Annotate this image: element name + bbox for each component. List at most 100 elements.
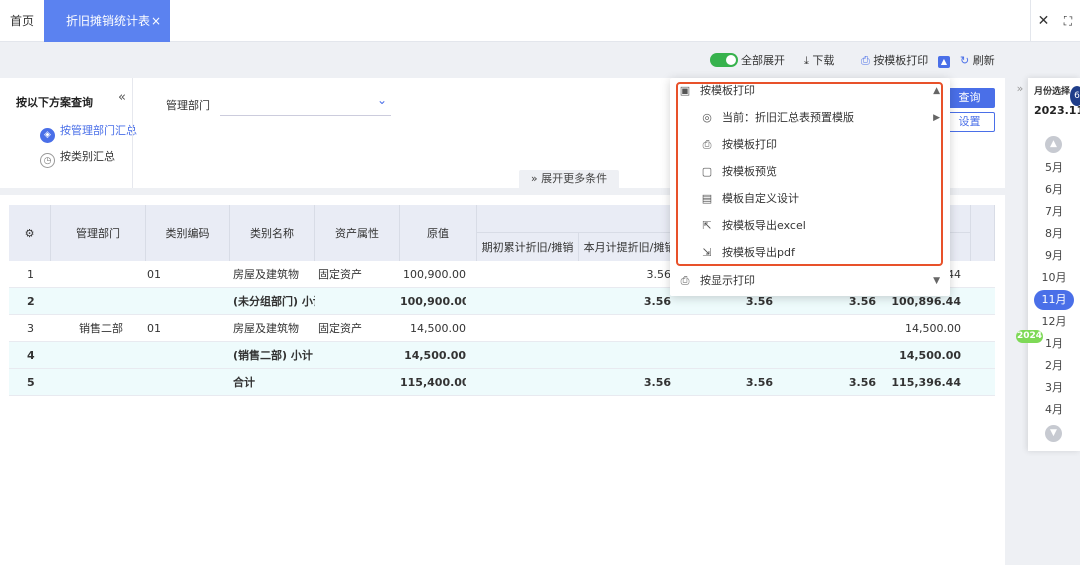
cell-attr: 固定资产	[318, 268, 362, 281]
expand-more-label: 展开更多条件	[541, 172, 608, 185]
template-print-button[interactable]: ⎙ 按模板打印	[861, 53, 928, 69]
cell-c1	[477, 315, 569, 342]
menu-header[interactable]: ▣ 按模板打印 ▲	[670, 78, 950, 104]
clock-icon: ◷	[40, 153, 55, 168]
cell-attr	[318, 342, 398, 369]
month-picker-title: 月份选择	[1034, 87, 1071, 97]
menu-item-display-print[interactable]: ⎙ 按显示打印 ▼	[670, 268, 950, 294]
menu-item-export-pdf[interactable]: ⇲ 按模板导出pdf	[670, 240, 950, 266]
menu-item-current-template[interactable]: ◎ 当前：折旧汇总表预置模版 ▶	[670, 105, 950, 131]
close-icon[interactable]: ✕	[1030, 0, 1056, 42]
month-item[interactable]: 11月	[1034, 290, 1074, 310]
cell-code	[147, 288, 227, 315]
scroll-down-icon[interactable]: ▼	[1045, 425, 1062, 442]
table-row[interactable]: 5 合计 115,400.00 3.56 3.56 3.56 115,396.44	[9, 369, 995, 396]
month-panel-toggle-icon[interactable]: »	[1012, 78, 1028, 100]
month-item[interactable]: 5月	[1028, 158, 1080, 178]
query-button[interactable]: 查询	[944, 88, 995, 108]
cell-c3	[681, 342, 773, 369]
expand-more-conditions[interactable]: » 展开更多条件	[519, 170, 619, 188]
preview-icon: ▢	[701, 165, 713, 178]
cell-c2: 3.56	[643, 295, 671, 308]
menu-item-label: 模板自定义设计	[722, 192, 799, 205]
cell-original: 100,900.00	[400, 295, 466, 308]
cell-name: (销售二部) 小计	[233, 349, 313, 362]
cell-no: 5	[27, 376, 35, 389]
month-item[interactable]: 9月	[1028, 246, 1080, 266]
collapse-icon[interactable]: «	[118, 90, 126, 105]
cell-no: 1	[27, 268, 34, 281]
month-picker-value: 2023.11	[1034, 104, 1080, 117]
cell-c4	[783, 315, 876, 342]
cell-c2	[579, 342, 671, 369]
fullscreen-icon[interactable]: ⛶	[1056, 0, 1080, 42]
refresh-icon: ↻	[960, 54, 970, 67]
refresh-button[interactable]: ↻ 刷新	[960, 53, 995, 69]
cell-no: 4	[27, 349, 35, 362]
chevron-up-icon[interactable]: ▲	[938, 56, 950, 68]
notification-badge[interactable]: 6	[1070, 86, 1080, 106]
dept-select[interactable]: ⌄	[220, 90, 391, 116]
column-settings-icon[interactable]: ⚙	[9, 205, 51, 261]
cell-name: 房屋及建筑物	[233, 322, 299, 335]
printer-icon: ⎙	[702, 138, 712, 151]
scheme-title: 按以下方案查询	[16, 96, 93, 109]
month-item[interactable]: 8月	[1028, 224, 1080, 244]
header-dept: 管理部门	[51, 205, 146, 261]
menu-item-custom-design[interactable]: ▤ 模板自定义设计	[670, 186, 950, 212]
cell-c1	[477, 342, 569, 369]
scheme-item-by-dept[interactable]: ◈ 按管理部门汇总	[40, 122, 137, 143]
caret-right-icon: ▶	[933, 113, 940, 123]
menu-item-preview[interactable]: ▢ 按模板预览	[670, 159, 950, 185]
table-row[interactable]: 3 销售二部 01 房屋及建筑物 固定资产 14,500.00 14,500.00	[9, 315, 995, 342]
header-spacer	[971, 205, 995, 261]
month-item[interactable]: 10月	[1028, 268, 1080, 288]
template-print-dropdown[interactable]: ▲	[938, 53, 950, 69]
menu-item-label: 当前：折旧汇总表预置模版	[722, 111, 854, 124]
toolbar: 全部展开 ⤓ 下载 ⎙ 按模板打印 ▲ ↻ 刷新	[0, 42, 1005, 78]
cell-dept: 销售二部	[79, 322, 123, 335]
month-item[interactable]: 3月	[1028, 378, 1080, 398]
month-item[interactable]: 12月	[1028, 312, 1080, 332]
expand-all-toggle[interactable]: 全部展开	[710, 53, 785, 69]
tab-depreciation-report[interactable]: 折旧摊销统计表 ×	[44, 0, 170, 42]
toggle-switch-icon[interactable]	[710, 53, 738, 67]
caret-up-icon: ▲	[933, 86, 940, 96]
cell-name: 合计	[233, 376, 255, 389]
printer-icon: ⎙	[861, 54, 870, 67]
scheme-item-by-category[interactable]: ◷ 按类别汇总	[40, 148, 115, 168]
cell-c2: 3.56	[643, 376, 671, 389]
scroll-up-icon[interactable]: ▲	[1045, 136, 1062, 153]
tab-close-icon[interactable]: ×	[151, 0, 161, 42]
menu-item-label: 按模板导出pdf	[722, 246, 795, 259]
menu-item-print[interactable]: ⎙ 按模板打印	[670, 132, 950, 158]
header-name: 类别名称	[230, 205, 315, 261]
download-button[interactable]: ⤓ 下载	[804, 53, 834, 69]
month-item[interactable]: 4月	[1028, 400, 1080, 420]
cell-c2	[579, 315, 671, 342]
template-print-menu: ▣ 按模板打印 ▲ ◎ 当前：折旧汇总表预置模版 ▶ ⎙ 按模板打印 ▢ 按模板…	[670, 78, 950, 296]
cell-code: 01	[147, 322, 161, 335]
cube-icon: ◈	[40, 128, 55, 143]
template-icon: ▣	[679, 84, 691, 97]
cell-c4	[783, 342, 876, 369]
cell-c1	[477, 288, 569, 315]
template-print-label: 按模板打印	[873, 54, 929, 67]
download-label: 下载	[812, 54, 835, 67]
cell-attr: 固定资产	[318, 322, 362, 335]
cell-code	[147, 342, 227, 369]
settings-button[interactable]: 设置	[944, 112, 995, 132]
cell-c2: 3.56	[646, 268, 672, 281]
tab-home[interactable]: 首页	[0, 0, 44, 42]
tab-label: 折旧摊销统计表	[66, 14, 151, 28]
export-excel-icon: ⇱	[702, 219, 712, 232]
year-label: 2024	[1016, 330, 1043, 343]
menu-item-label: 按模板预览	[722, 165, 777, 178]
month-item[interactable]: 7月	[1028, 202, 1080, 222]
menu-item-export-excel[interactable]: ⇱ 按模板导出excel	[670, 213, 950, 239]
month-item[interactable]: 6月	[1028, 180, 1080, 200]
table-row[interactable]: 4 (销售二部) 小计 14,500.00 14,500.00	[9, 342, 995, 369]
cell-attr	[318, 369, 398, 396]
caret-down-icon: ▼	[933, 276, 940, 286]
month-item[interactable]: 2月	[1028, 356, 1080, 376]
